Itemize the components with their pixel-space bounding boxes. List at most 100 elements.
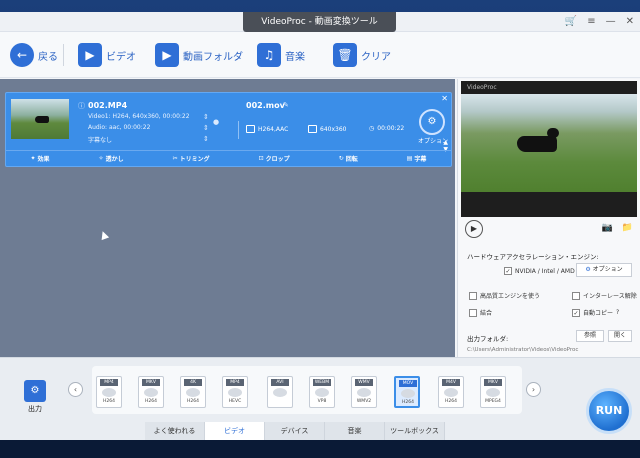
rename-pencil-icon[interactable]: ✎	[283, 101, 289, 109]
mouse-cursor-icon	[98, 229, 110, 241]
format-prev-button[interactable]: ‹	[68, 382, 83, 397]
codec-option-button[interactable]: ⚙	[419, 109, 445, 135]
music-plus-icon: ♫	[257, 43, 281, 67]
hw-accel-title: ハードウェアアクセラレーション・エンジン:	[467, 253, 599, 261]
output-file-name[interactable]: 002.mov	[246, 101, 285, 110]
disc-icon	[102, 388, 116, 397]
deinterlace-checkbox[interactable]: インターレース解除	[572, 291, 637, 300]
subtitle-button[interactable]: ▤ 字幕	[407, 154, 427, 163]
disc-icon	[486, 388, 500, 397]
checkbox-checked-icon: ✓	[504, 267, 512, 275]
format-next-button[interactable]: ›	[526, 382, 541, 397]
video-label: ビデオ	[106, 51, 136, 63]
preview-dog-head	[547, 128, 559, 138]
disc-icon	[144, 388, 158, 397]
output-resolution: 640x360	[308, 125, 346, 133]
title-bar: VideoProc - 動画変換ツール 🛒 ≡ — ✕	[0, 12, 640, 32]
toolbar: ← 戻る ▶ ビデオ ▶ 動画フォルダ ♫ 音楽 🗑 クリア	[0, 32, 640, 78]
open-folder-icon[interactable]: 📁	[622, 223, 633, 233]
open-button[interactable]: 開く	[608, 330, 632, 342]
close-icon[interactable]: ✕	[626, 15, 634, 29]
clear-button[interactable]: 🗑 クリア	[333, 41, 391, 69]
merge-checkbox[interactable]: 結合	[469, 308, 492, 317]
clock-icon: ◷	[369, 125, 375, 132]
format-item[interactable]: WMV WMV2	[351, 376, 377, 408]
format-item[interactable]: MP4 H264	[96, 376, 122, 408]
disc-icon	[186, 388, 200, 397]
subtitle-info[interactable]: 字幕なし	[88, 135, 112, 144]
run-button[interactable]: RUN	[586, 388, 632, 434]
video-folder-icon: ▶	[155, 43, 179, 67]
tab-music[interactable]: 音楽	[325, 422, 385, 440]
video-track-dropdown-icon[interactable]: ⇕	[203, 113, 209, 121]
card-divider	[238, 121, 239, 139]
toolbar-divider	[63, 44, 64, 66]
format-item[interactable]: WEBM VP8	[309, 376, 335, 408]
rotate-button[interactable]: ↻ 回転	[339, 154, 358, 163]
output-folder-path[interactable]: C:\Users\Administrator\Videos\VideoProc	[467, 347, 578, 353]
watermark-button[interactable]: ✧ 透かし	[99, 154, 124, 163]
format-item-selected[interactable]: MOV H264	[394, 376, 420, 408]
resolution-icon	[308, 125, 317, 133]
preview-player[interactable]: VideoProc	[461, 81, 637, 217]
window-title: VideoProc - 動画変換ツール	[243, 12, 396, 32]
menu-icon[interactable]: ≡	[587, 15, 595, 29]
crop-button[interactable]: ⊡ クロップ	[259, 154, 290, 163]
nvidia-checkbox[interactable]: ✓ NVIDIA / Intel / AMD	[504, 267, 575, 275]
high-quality-checkbox[interactable]: 高品質エンジンを使う	[469, 291, 540, 300]
audio-track-dropdown-icon[interactable]: ⇕	[203, 124, 209, 132]
format-list: MP4 H264 MKV H264 4K H264 MP4 HEVC AVI WEBM V…	[92, 366, 522, 414]
browse-button[interactable]: 参照	[576, 330, 604, 342]
disc-icon	[444, 388, 458, 397]
film-plus-icon: ▶	[78, 43, 102, 67]
tab-device[interactable]: デバイス	[265, 422, 325, 440]
format-category-tabs: よく使われる ビデオ デバイス 音楽 ツールボックス	[145, 422, 445, 440]
output-label: 出力	[28, 405, 42, 413]
file-list-panel: ⓘ 002.MP4 Video1: H264, 640x360, 00:00:2…	[0, 79, 455, 357]
back-button[interactable]: ← 戻る	[10, 41, 58, 69]
tab-popular[interactable]: よく使われる	[145, 422, 205, 440]
tab-video[interactable]: ビデオ	[205, 422, 265, 440]
source-file-name: 002.MP4	[88, 101, 128, 110]
lock-icon[interactable]: ●	[213, 118, 219, 126]
edit-toolbar: ✦ 効果 ✧ 透かし ✂ トリミング ⊡ クロップ ↻ 回転 ▤ 字幕	[6, 150, 451, 166]
back-arrow-icon: ←	[10, 43, 34, 67]
file-item-card[interactable]: ⓘ 002.MP4 Video1: H264, 640x360, 00:00:2…	[5, 92, 452, 167]
format-item[interactable]: MKV H264	[138, 376, 164, 408]
disc-icon	[228, 388, 242, 397]
format-item[interactable]: M4V H264	[438, 376, 464, 408]
help-icon[interactable]: ?	[616, 309, 619, 316]
preview-panel: VideoProc ▶ 📷 📁 ハードウェアアクセラレーション・エンジン: ✓ …	[457, 79, 640, 357]
back-label: 戻る	[38, 51, 58, 63]
clear-label: クリア	[361, 51, 391, 63]
format-item[interactable]: MP4 HEVC	[222, 376, 248, 408]
video-track-info[interactable]: Video1: H264, 640x360, 00:00:22	[88, 113, 190, 120]
format-item[interactable]: MKV MPEG4	[480, 376, 506, 408]
play-button[interactable]: ▶	[465, 220, 483, 238]
video-thumbnail[interactable]	[11, 99, 69, 139]
hw-option-button[interactable]: ⚙ オプション	[576, 263, 632, 277]
codec-icon	[246, 125, 255, 133]
format-item[interactable]: 4K H264	[180, 376, 206, 408]
trim-button[interactable]: ✂ トリミング	[173, 154, 210, 163]
app-window: VideoProc - 動画変換ツール 🛒 ≡ — ✕ ← 戻る ▶ ビデオ ▶…	[0, 12, 640, 440]
output-codec: H264,AAC	[246, 125, 288, 133]
subtitle-dropdown-icon[interactable]: ⇕	[203, 135, 209, 143]
add-music-button[interactable]: ♫ 音楽	[257, 41, 305, 69]
auto-copy-checkbox[interactable]: ✓ 自動コピー ?	[572, 308, 619, 317]
audio-track-info[interactable]: Audio: aac, 00:00:22	[88, 124, 150, 131]
snapshot-camera-icon[interactable]: 📷	[602, 223, 613, 233]
effect-button[interactable]: ✦ 効果	[31, 154, 50, 163]
cart-icon[interactable]: 🛒	[565, 15, 577, 29]
tab-toolbox[interactable]: ツールボックス	[385, 422, 445, 440]
add-video-button[interactable]: ▶ ビデオ	[78, 41, 136, 69]
minimize-icon[interactable]: —	[606, 15, 616, 29]
preview-watermark-logo: VideoProc	[467, 84, 497, 91]
remove-item-icon[interactable]: ✕	[441, 94, 448, 103]
info-icon[interactable]: ⓘ	[78, 101, 85, 111]
output-settings-icon[interactable]: ⚙	[24, 380, 46, 402]
add-folder-button[interactable]: ▶ 動画フォルダ	[155, 41, 243, 69]
preview-dog	[517, 136, 557, 152]
thumbnail-dog	[35, 116, 49, 123]
format-item[interactable]: AVI	[267, 376, 293, 408]
